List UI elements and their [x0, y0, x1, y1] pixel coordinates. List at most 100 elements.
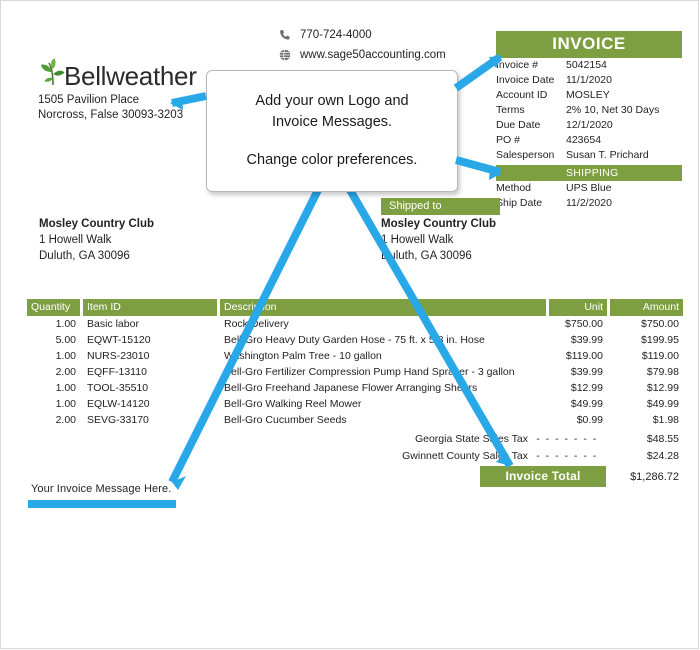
value: 12/1/2020 — [566, 119, 613, 131]
cell-quantity: 1.00 — [55, 318, 76, 330]
company-address-line1: 1505 Pavilion Place — [38, 94, 140, 106]
label: Method — [496, 182, 532, 194]
cell-quantity: 2.00 — [55, 366, 76, 378]
shipping-section-title: SHIPPING — [496, 165, 682, 181]
ship-to-address: Mosley Country Club 1 Howell Walk Duluth… — [381, 216, 496, 264]
table-row: 1.00 EQLW-14120 Bell-Gro Walking Reel Mo… — [27, 396, 683, 412]
company-contact: 770-724-4000 www.sage50accounting.com — [277, 27, 446, 67]
label: PO # — [496, 134, 520, 146]
label: Invoice Date — [496, 74, 555, 86]
cell-quantity: 1.00 — [55, 398, 76, 410]
bill-to-name: Mosley Country Club — [39, 218, 155, 230]
line-items-table: Quantity Item ID Description Unit Amount… — [27, 299, 683, 428]
cell-unit: $39.99 — [570, 366, 603, 378]
value: 11/1/2020 — [566, 74, 612, 86]
phone-row: 770-724-4000 — [277, 27, 446, 43]
shipping-field-method: Method UPS Blue — [496, 181, 682, 196]
cell-quantity: 2.00 — [55, 414, 76, 426]
cell-amount: $79.98 — [646, 366, 679, 378]
label: Salesperson — [496, 149, 555, 161]
invoice-field-salesperson: Salesperson Susan T. Prichard — [496, 148, 682, 163]
cell-amount: $1.98 — [652, 414, 679, 426]
cell-item-id: TOOL-35510 — [87, 382, 149, 394]
tax-row-state: Georgia State Sales Tax - - - - - - - $4… — [27, 431, 683, 447]
invoice-field-date: Invoice Date 11/1/2020 — [496, 73, 682, 88]
table-row: 1.00 Basic labor Rock Delivery $750.00 $… — [27, 316, 683, 332]
invoice-field-po: PO # 423654 — [496, 133, 682, 148]
invoice-field-terms: Terms 2% 10, Net 30 Days — [496, 103, 682, 118]
column-header-unit: Unit — [549, 299, 607, 316]
invoice-title: INVOICE — [496, 31, 682, 58]
cell-item-id: SEVG-33170 — [87, 414, 149, 426]
cell-quantity: 1.00 — [55, 382, 76, 394]
invoice-page: 770-724-4000 www.sage50accounting.com Be… — [0, 0, 700, 650]
callout-line2: Invoice Messages. — [271, 114, 393, 130]
phone-icon — [277, 28, 293, 42]
value: 11/2/2020 — [566, 197, 612, 209]
cell-amount: $750.00 — [641, 318, 679, 330]
tax-amount: $24.28 — [646, 450, 679, 462]
table-row: 1.00 TOOL-35510 Bell-Gro Freehand Japane… — [27, 380, 683, 396]
cell-item-id: EQFF-13110 — [87, 366, 147, 378]
table-row: 1.00 NURS-23010 Washington Palm Tree - 1… — [27, 348, 683, 364]
label: Invoice # — [496, 59, 539, 71]
invoice-total-amount: $1,286.72 — [630, 470, 679, 483]
cell-unit: $12.99 — [570, 382, 603, 394]
cell-description: Rock Delivery — [224, 318, 289, 330]
invoice-message: Your Invoice Message Here. — [31, 483, 172, 495]
website-url: www.sage50accounting.com — [300, 49, 446, 61]
column-header-amount: Amount — [610, 299, 683, 316]
label: Ship Date — [496, 197, 543, 209]
ship-to-tag: Shipped to — [381, 198, 500, 215]
column-header-item-id: Item ID — [83, 299, 217, 316]
invoice-field-due-date: Due Date 12/1/2020 — [496, 118, 682, 133]
value: 5042154 — [566, 59, 607, 71]
callout-line1: Add your own Logo and — [255, 93, 409, 109]
cell-quantity: 1.00 — [55, 350, 76, 362]
cell-quantity: 5.00 — [55, 334, 76, 346]
cell-unit: $0.99 — [576, 414, 603, 426]
table-row: 5.00 EQWT-15120 Bell-Gro Heavy Duty Gard… — [27, 332, 683, 348]
cell-unit: $49.99 — [570, 398, 603, 410]
tax-label: Gwinnett County Sales Tax — [402, 450, 528, 462]
value: 423654 — [566, 134, 602, 146]
cell-amount: $12.99 — [646, 382, 679, 394]
invoice-field-account-id: Account ID MOSLEY — [496, 88, 682, 103]
cell-unit: $750.00 — [565, 318, 603, 330]
invoice-info-block: INVOICE Invoice # 5042154 Invoice Date 1… — [496, 31, 682, 211]
cell-amount: $199.95 — [641, 334, 679, 346]
bill-to-address: Mosley Country Club 1 Howell Walk Duluth… — [39, 216, 154, 264]
callout-line3: Change color preferences. — [246, 152, 418, 168]
label: Terms — [496, 104, 525, 116]
cell-description: Bell-Gro Cucumber Seeds — [224, 414, 347, 426]
cell-unit: $119.00 — [565, 350, 603, 362]
label: Due Date — [496, 119, 541, 131]
cell-item-id: Basic labor — [87, 318, 139, 330]
ship-to-line2: Duluth, GA 30096 — [381, 250, 472, 262]
tax-row-county: Gwinnett County Sales Tax - - - - - - - … — [27, 448, 683, 464]
value: Susan T. Prichard — [566, 149, 649, 161]
cell-item-id: EQWT-15120 — [87, 334, 151, 346]
tax-dots: - - - - - - - — [536, 433, 598, 445]
cell-description: Bell-Gro Freehand Japanese Flower Arrang… — [224, 382, 478, 394]
table-header-row: Quantity Item ID Description Unit Amount — [27, 299, 683, 316]
invoice-field-number: Invoice # 5042154 — [496, 58, 682, 73]
cell-unit: $39.99 — [570, 334, 603, 346]
tax-label: Georgia State Sales Tax — [414, 433, 528, 445]
cell-amount: $119.00 — [641, 350, 679, 362]
website-row: www.sage50accounting.com — [277, 47, 446, 63]
ship-to-line1: 1 Howell Walk — [381, 234, 454, 246]
cell-amount: $49.99 — [646, 398, 679, 410]
cell-description: Washington Palm Tree - 10 gallon — [224, 350, 382, 362]
cell-item-id: NURS-23010 — [87, 350, 150, 362]
globe-icon — [277, 48, 293, 62]
annotation-callout: Add your own Logo and Invoice Messages. … — [206, 70, 458, 192]
tax-amount: $48.55 — [646, 433, 679, 445]
value: UPS Blue — [566, 182, 612, 194]
bill-to-line1: 1 Howell Walk — [39, 234, 112, 246]
table-row: 2.00 SEVG-33170 Bell-Gro Cucumber Seeds … — [27, 412, 683, 428]
bill-to-line2: Duluth, GA 30096 — [39, 250, 130, 262]
ship-to-name: Mosley Country Club — [381, 218, 497, 230]
company-address-line2: Norcross, False 30093-3203 — [38, 109, 184, 121]
shipping-field-ship-date: Ship Date 11/2/2020 — [496, 196, 682, 211]
